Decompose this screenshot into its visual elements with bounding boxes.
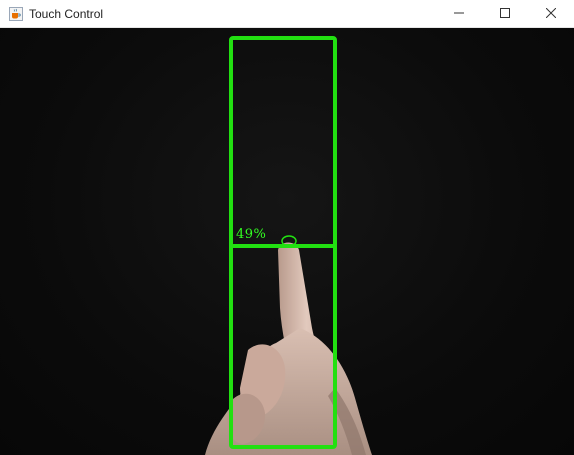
app-window: Touch Control 49% (0, 0, 574, 455)
java-coffee-cup-icon (9, 6, 23, 21)
minimize-icon (454, 5, 464, 23)
title-bar[interactable]: Touch Control (0, 0, 574, 28)
close-icon (545, 5, 557, 23)
percent-label: 49% (236, 227, 267, 242)
window-controls (436, 0, 574, 28)
level-overlay (229, 36, 337, 449)
camera-feed[interactable]: 49% (0, 28, 574, 455)
maximize-icon (500, 5, 510, 23)
minimize-button[interactable] (436, 0, 482, 28)
maximize-button[interactable] (482, 0, 528, 28)
window-title: Touch Control (29, 6, 104, 21)
close-button[interactable] (528, 0, 574, 28)
